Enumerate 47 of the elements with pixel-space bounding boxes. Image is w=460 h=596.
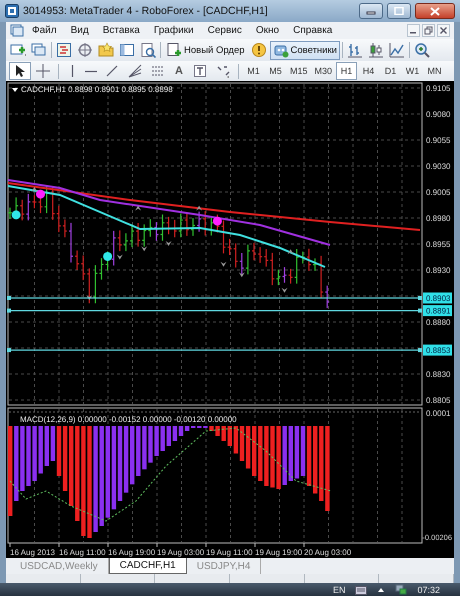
- price-scale-label: 0.9105: [426, 84, 450, 93]
- price-scale-label: 0.8930: [426, 266, 450, 275]
- timeframe-button[interactable]: M15: [287, 62, 311, 80]
- menu-item[interactable]: Вставка: [96, 25, 146, 36]
- price-scale-label: 0.9030: [426, 162, 450, 171]
- chart-tab[interactable]: CADCHF,H1: [108, 558, 187, 574]
- menu-item[interactable]: Графики: [148, 25, 200, 36]
- price-scale-label: 0.9055: [426, 136, 450, 145]
- time-axis-label: 16 Aug 2013: [10, 548, 55, 557]
- timeframe-button[interactable]: MN: [424, 62, 446, 80]
- clock[interactable]: 07:32: [417, 584, 440, 594]
- price-scale-label: 0.9005: [426, 188, 450, 197]
- new-order-button[interactable]: Новый Ордер: [163, 40, 248, 60]
- menu-item[interactable]: Файл: [26, 25, 63, 36]
- menu-item[interactable]: Сервис: [202, 25, 248, 36]
- price-scale-label: 0.8830: [426, 370, 450, 379]
- price-scale-label: 0.8805: [426, 396, 450, 405]
- price-scale-label: 0.8880: [426, 318, 450, 327]
- price-label: 0.8853: [423, 344, 452, 356]
- time-axis-label: 19 Aug 11:00: [206, 548, 253, 557]
- timeframe-button[interactable]: D1: [380, 62, 402, 80]
- chart-header: CADCHF,H1 0.8898 0.8901 0.8895 0.8898: [21, 85, 173, 94]
- menu-item[interactable]: Окно: [250, 25, 286, 36]
- timeframe-button[interactable]: H4: [358, 62, 380, 80]
- time-axis-label: 16 Aug 11:00: [59, 548, 106, 557]
- timeframe-button[interactable]: M30: [312, 62, 336, 80]
- time-axis-label: 19 Aug 19:00: [255, 548, 302, 557]
- experts-button[interactable]: Советники: [270, 40, 340, 60]
- menu-item[interactable]: Справка: [287, 25, 338, 36]
- text-tool[interactable]: A: [170, 62, 188, 80]
- indicator-header: MACD(12,26,9) 0.00000 -0.00152 0.00000 -0.00120 0.00000: [20, 415, 237, 424]
- timeframe-button[interactable]: W1: [402, 62, 424, 80]
- timeframe-button[interactable]: M1: [243, 62, 264, 80]
- price-label: 0.8891: [423, 305, 452, 316]
- timeframe-button[interactable]: M5: [265, 62, 286, 80]
- price-label: 0.8903: [423, 292, 452, 304]
- menu-item[interactable]: Вид: [64, 25, 95, 36]
- price-scale-label: 0.8955: [426, 240, 450, 249]
- language-indicator[interactable]: EN: [332, 584, 346, 594]
- time-axis-label: 19 Aug 03:00: [157, 548, 204, 557]
- time-axis-label: 20 Aug 03:00: [304, 548, 352, 557]
- indicator-scale-label: 0.0001: [426, 409, 450, 418]
- price-scale-label: 0.8980: [426, 214, 450, 223]
- timeframe-button[interactable]: H1: [336, 62, 358, 80]
- window-title: 3014953: MetaTrader 4 - RoboForex - [CADCHF,H1]: [23, 5, 269, 17]
- price-scale-label: 0.9080: [426, 110, 450, 119]
- time-axis-label: 16 Aug 19:00: [108, 548, 156, 557]
